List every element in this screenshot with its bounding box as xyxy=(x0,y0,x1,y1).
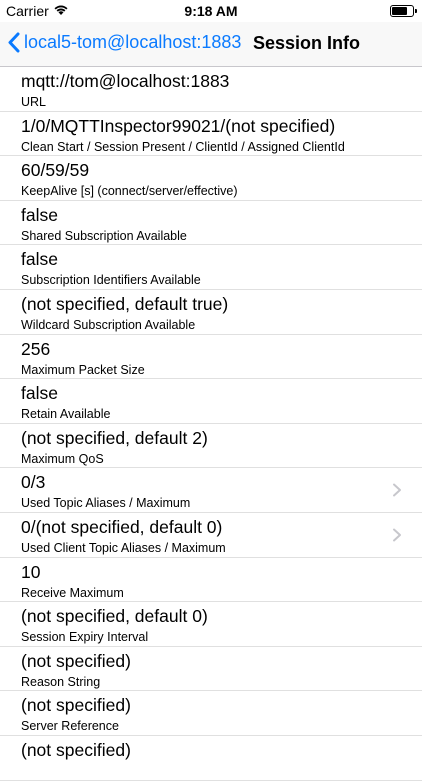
row-value: 0/3 xyxy=(21,472,46,493)
list-item: 256 Maximum Packet Size xyxy=(0,335,422,380)
list-item: mqtt://tom@localhost:1883 URL xyxy=(0,67,422,112)
list-item: false Retain Available xyxy=(0,379,422,424)
list-item: (not specified) xyxy=(0,736,422,781)
chevron-right-icon xyxy=(393,483,401,497)
clock: 9:18 AM xyxy=(184,3,238,19)
row-label: Maximum Packet Size xyxy=(21,362,145,377)
chevron-right-icon xyxy=(393,528,401,542)
status-bar: Carrier 9:18 AM xyxy=(0,0,422,22)
list-item: false Subscription Identifiers Available xyxy=(0,245,422,290)
row-label: URL xyxy=(21,95,47,109)
list-item: (not specified, default 0) Session Expiry… xyxy=(0,602,422,647)
row-value: 10 xyxy=(21,561,41,582)
list-item: (not specified) Server Reference xyxy=(0,691,422,736)
row-label: Clean Start / Session Present / ClientId… xyxy=(21,139,345,154)
list-item: 1/0/MQTTInspector99021/(not specified) Cl… xyxy=(0,112,422,157)
navigation-bar: local5-tom@localhost:1883 Session Info xyxy=(0,22,422,67)
list-item: 60/59/59 KeepAlive [s] (connect/server/ef… xyxy=(0,156,422,201)
row-label: Wildcard Subscription Available xyxy=(21,317,196,332)
row-value: (not specified, default 2) xyxy=(21,427,208,448)
back-button[interactable]: local5-tom@localhost:1883 xyxy=(8,32,241,53)
row-value: (not specified) xyxy=(21,650,131,671)
back-button-label: local5-tom@localhost:1883 xyxy=(24,32,242,52)
row-label: Subscription Identifiers Available xyxy=(21,273,201,288)
chevron-left-icon xyxy=(8,32,20,53)
list-item[interactable]: 0/(not specified, default 0) Used Client … xyxy=(0,513,422,558)
row-label: Used Client Topic Aliases / Maximum xyxy=(21,540,226,555)
row-label: KeepAlive [s] (connect/server/effective) xyxy=(21,184,238,199)
row-label: Session Expiry Interval xyxy=(21,630,149,645)
row-label: Receive Maximum xyxy=(21,585,124,600)
row-value: (not specified) xyxy=(21,695,131,716)
list-item: (not specified) Reason String xyxy=(0,647,422,692)
list-item: (not specified, default true) Wildcard Su… xyxy=(0,290,422,335)
row-label: Used Topic Aliases / Maximum xyxy=(21,496,191,511)
row-value: (not specified, default true) xyxy=(21,293,229,314)
row-value: 0/(not specified, default 0) xyxy=(21,516,223,537)
row-value: (not specified) xyxy=(21,739,131,760)
row-value: 256 xyxy=(21,338,51,359)
list-item: false Shared Subscription Available xyxy=(0,201,422,246)
row-label: Reason String xyxy=(21,674,101,689)
row-value: (not specified, default 0) xyxy=(21,606,208,627)
row-value: false xyxy=(21,383,58,404)
row-label: Maximum QoS xyxy=(21,451,104,466)
row-label: Retain Available xyxy=(21,407,111,422)
list-item: 10 Receive Maximum xyxy=(0,558,422,603)
list-item[interactable]: 0/3 Used Topic Aliases / Maximum xyxy=(0,468,422,513)
list-item: (not specified, default 2) Maximum QoS xyxy=(0,424,422,469)
row-label: Server Reference xyxy=(21,719,119,734)
row-value: mqtt://tom@localhost:1883 xyxy=(21,71,230,91)
session-info-list: mqtt://tom@localhost:1883 URL 1/0/MQTTInsp… xyxy=(0,67,422,781)
row-value: false xyxy=(21,249,58,270)
row-value: false xyxy=(21,204,58,225)
row-value: 1/0/MQTTInspector99021/(not specified) xyxy=(21,115,336,136)
page-title: Session Info xyxy=(253,33,361,53)
row-label: Shared Subscription Available xyxy=(21,228,187,243)
battery-icon xyxy=(390,5,417,17)
row-value: 60/59/59 xyxy=(21,160,90,181)
